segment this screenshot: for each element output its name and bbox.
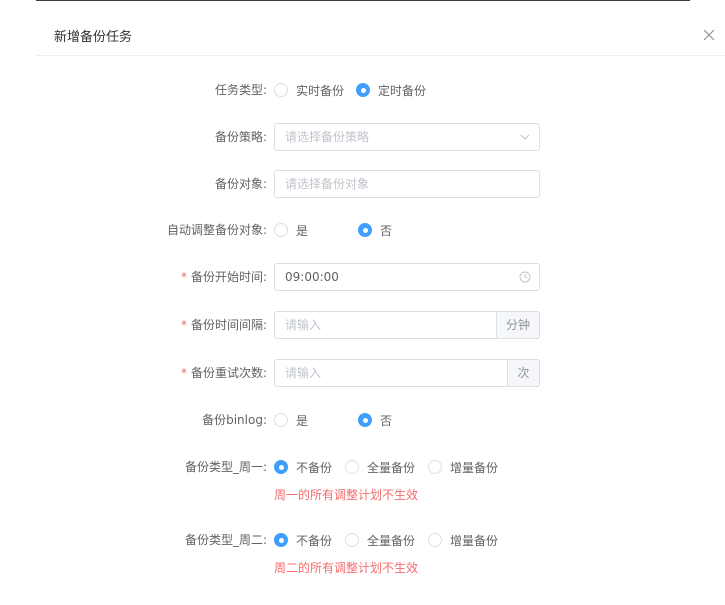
strategy-placeholder: 请选择备份策略 <box>285 130 370 144</box>
radio-unchecked <box>274 83 288 97</box>
form-row-tuesday: 备份类型_周二: 不备份 全量备份 增量备份 <box>0 526 725 554</box>
form-row-monday: 备份类型_周一: 不备份 全量备份 增量备份 <box>0 453 725 481</box>
radio-checked <box>356 83 370 97</box>
binlog-option-no[interactable]: 否 <box>358 406 392 434</box>
start-time-label: * 备份开始时间: <box>181 263 267 291</box>
task-type-label: 任务类型: <box>214 83 267 97</box>
target-label: 备份对象: <box>214 177 267 191</box>
auto-adjust-label: 自动调整备份对象: <box>166 223 267 237</box>
monday-tip: 周一的所有调整计划不生效 <box>274 488 419 502</box>
interval-label: * 备份时间间隔: <box>181 311 267 339</box>
retry-label-text: 备份重试次数: <box>190 366 267 380</box>
radio-label: 是 <box>296 413 309 428</box>
radio-label: 是 <box>296 223 309 238</box>
radio-label: 不备份 <box>296 460 333 475</box>
binlog-label: 备份binlog: <box>202 413 267 427</box>
radio-label: 全量备份 <box>367 460 416 475</box>
radio-unchecked <box>345 533 359 547</box>
form-row-auto-adjust: 自动调整备份对象: 是 否 <box>0 216 725 244</box>
close-icon[interactable] <box>702 28 716 42</box>
radio-checked <box>358 413 372 427</box>
interval-unit: 分钟 <box>497 311 540 339</box>
radio-unchecked <box>428 460 442 474</box>
interval-label-text: 备份时间间隔: <box>190 318 267 332</box>
form-row-task-type: 任务类型: 实时备份 定时备份 <box>0 76 725 104</box>
radio-unchecked <box>345 460 359 474</box>
radio-label: 不备份 <box>296 533 333 548</box>
radio-label: 定时备份 <box>378 83 427 98</box>
binlog-option-yes[interactable]: 是 <box>274 406 308 434</box>
task-type-option-realtime[interactable]: 实时备份 <box>274 76 344 104</box>
retry-label: * 备份重试次数: <box>181 359 267 387</box>
radio-checked <box>274 460 288 474</box>
chevron-down-icon <box>520 134 530 140</box>
radio-label: 否 <box>380 413 393 428</box>
strategy-select[interactable]: 请选择备份策略 <box>274 123 540 151</box>
radio-unchecked <box>428 533 442 547</box>
strategy-label: 备份策略: <box>214 130 267 144</box>
tuesday-option-full[interactable]: 全量备份 <box>345 526 415 554</box>
radio-unchecked <box>274 413 288 427</box>
interval-input[interactable]: 请输入 <box>274 311 497 339</box>
form-row-target: 备份对象: 请选择备份对象 <box>0 170 725 198</box>
required-mark: * <box>180 270 187 284</box>
clock-icon <box>519 271 531 283</box>
radio-label: 否 <box>380 223 393 238</box>
form-row-interval: * 备份时间间隔: 请输入 分钟 <box>0 311 725 339</box>
target-placeholder: 请选择备份对象 <box>285 177 370 191</box>
required-mark: * <box>180 366 187 380</box>
form-row-binlog: 备份binlog: 是 否 <box>0 406 725 434</box>
target-input[interactable]: 请选择备份对象 <box>274 170 540 198</box>
monday-option-incremental[interactable]: 增量备份 <box>428 453 498 481</box>
monday-label: 备份类型_周一: <box>184 460 267 474</box>
radio-label: 实时备份 <box>296 83 345 98</box>
auto-adjust-option-yes[interactable]: 是 <box>274 216 308 244</box>
required-mark: * <box>180 318 187 332</box>
radio-checked <box>358 223 372 237</box>
form-row-retry: * 备份重试次数: 请输入 次 <box>0 359 725 387</box>
tuesday-option-none[interactable]: 不备份 <box>274 526 332 554</box>
interval-placeholder: 请输入 <box>285 318 322 332</box>
auto-adjust-option-no[interactable]: 否 <box>358 216 392 244</box>
radio-label: 全量备份 <box>367 533 416 548</box>
task-type-option-scheduled[interactable]: 定时备份 <box>356 76 426 104</box>
tuesday-option-incremental[interactable]: 增量备份 <box>428 526 498 554</box>
start-time-picker[interactable]: 09:00:00 <box>274 263 540 291</box>
dialog-header: 新增备份任务 <box>36 0 725 56</box>
monday-option-full[interactable]: 全量备份 <box>345 453 415 481</box>
radio-unchecked <box>274 223 288 237</box>
retry-unit: 次 <box>508 359 540 387</box>
tuesday-label: 备份类型_周二: <box>184 533 267 547</box>
start-time-value: 09:00:00 <box>285 270 339 284</box>
radio-label: 增量备份 <box>450 533 499 548</box>
retry-input[interactable]: 请输入 <box>274 359 508 387</box>
form-row-strategy: 备份策略: 请选择备份策略 <box>0 123 725 151</box>
radio-label: 增量备份 <box>450 460 499 475</box>
dialog-title: 新增备份任务 <box>54 30 133 45</box>
form-row-start-time: * 备份开始时间: 09:00:00 <box>0 263 725 291</box>
retry-placeholder: 请输入 <box>285 366 322 380</box>
radio-checked <box>274 533 288 547</box>
tuesday-tip: 周二的所有调整计划不生效 <box>274 561 419 575</box>
start-time-label-text: 备份开始时间: <box>190 270 267 284</box>
monday-option-none[interactable]: 不备份 <box>274 453 332 481</box>
